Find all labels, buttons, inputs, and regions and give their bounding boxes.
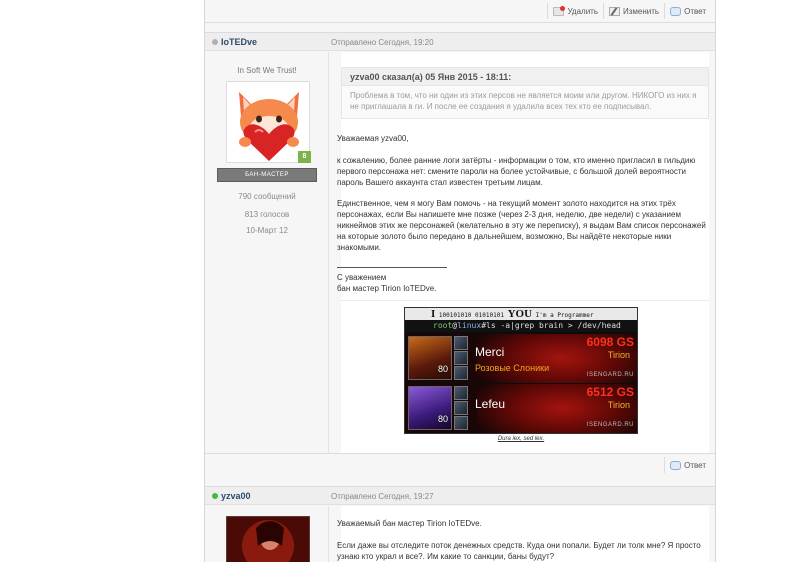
character-level: 80 <box>438 414 449 424</box>
post-paragraph: Если даже вы отследите поток денежных ср… <box>337 541 701 561</box>
post-closing-signature: бан мастер Tirion IoTEDve. <box>337 284 437 293</box>
post-paragraph: Единственное, чем я могу Вам помочь - на… <box>337 199 706 252</box>
character-card: 80 Merci Розовые Слоники 6098 GS Tirion … <box>405 334 637 383</box>
group-badge: БАН-МАСТЕР <box>217 168 317 182</box>
gear-score: 6512 GS <box>586 385 634 399</box>
reply-button[interactable]: Ответ <box>664 457 711 473</box>
post-date: Отправлено Сегодня, 19:20 <box>331 38 434 47</box>
banner-bits: 100101010 01010101 <box>438 312 504 319</box>
reply-icon <box>670 6 682 16</box>
edit-label: Изменить <box>623 6 660 16</box>
edit-button[interactable]: Изменить <box>603 3 664 19</box>
avatar[interactable] <box>226 516 310 562</box>
banner-you: YOU <box>507 308 533 320</box>
post-actions: Ответ <box>205 453 715 476</box>
avatar-image <box>226 516 310 562</box>
reply-icon <box>670 460 682 470</box>
forum-column: Удалить Изменить Ответ IoTEDve Отправлен… <box>204 0 716 562</box>
item-icon <box>454 401 468 415</box>
item-icon <box>454 416 468 430</box>
character-realm: Tirion <box>607 400 630 410</box>
terminal-command: #ls -a|grep brain > /dev/head <box>481 321 621 330</box>
reply-label: Ответ <box>684 460 706 470</box>
post-greeting: Уважаемая yzva00, <box>337 134 409 143</box>
post-greeting: Уважаемый бан мастер Tirion IoTEDve. <box>337 519 482 528</box>
item-icon <box>454 366 468 380</box>
posts-count: 790 сообщений <box>238 192 296 201</box>
post-author-link[interactable]: IoTEDve <box>221 37 257 47</box>
votes-count: 813 голосов <box>244 210 290 219</box>
post-action-bar: Удалить Изменить Ответ <box>547 3 711 19</box>
terminal-host: linux <box>457 321 482 330</box>
delete-label: Удалить <box>567 6 598 16</box>
delete-icon <box>553 5 566 16</box>
site-watermark: ISENGARD.RU <box>586 372 634 378</box>
terminal-line: root@linux#ls -a|grep brain > /dev/head <box>405 320 637 332</box>
signature-motto-link[interactable]: Dura lex, sed lex. <box>404 436 638 442</box>
character-realm: Tirion <box>607 350 630 360</box>
post-author-link[interactable]: yzva00 <box>221 491 251 501</box>
delete-button[interactable]: Удалить <box>547 3 603 19</box>
reply-button[interactable]: Ответ <box>664 3 711 19</box>
signature-divider <box>337 267 447 268</box>
quote-block: yzva00 сказал(а) 05 Янв 2015 - 18:11: Пр… <box>341 67 709 119</box>
offline-status-icon <box>212 39 218 45</box>
post-date: Отправлено Сегодня, 19:27 <box>331 492 434 501</box>
post-header: IoTEDve Отправлено Сегодня, 19:20 <box>205 32 715 51</box>
post-paragraph: к сожалению, более ранние логи затёрты -… <box>337 156 696 187</box>
character-level: 80 <box>438 364 449 374</box>
previous-post-actions: Удалить Изменить Ответ <box>205 0 715 23</box>
item-icon <box>454 336 468 350</box>
reputation-badge: 8 <box>298 151 311 163</box>
edit-icon <box>609 6 620 16</box>
character-card: 80 Lefeu 6512 GS Tirion ISENGARD.RU <box>405 384 637 433</box>
quote-text: Проблема в том, что ни один из этих перс… <box>350 91 697 111</box>
character-name: Merci <box>475 345 505 359</box>
banner-big-i: I <box>431 308 436 320</box>
character-name: Lefeu <box>475 397 506 411</box>
signature-image: I 100101010 01010101 YOU I'm a Programme… <box>404 307 638 434</box>
signature-banner: I 100101010 01010101 YOU I'm a Programme… <box>405 308 637 320</box>
post-closing: С уважением <box>337 273 387 282</box>
quote-header: yzva00 сказал(а) 05 Янв 2015 - 18:11: <box>342 68 708 86</box>
item-icon <box>454 351 468 365</box>
post-header: yzva00 Отправлено Сегодня, 19:27 <box>205 486 715 505</box>
gear-score: 6098 GS <box>586 335 634 349</box>
online-status-icon <box>212 493 218 499</box>
site-watermark: ISENGARD.RU <box>586 422 634 428</box>
character-guild: Розовые Слоники <box>475 363 550 373</box>
author-title: In Soft We Trust! <box>237 66 297 75</box>
terminal-user: root <box>433 321 453 330</box>
item-icon <box>454 386 468 400</box>
reply-label: Ответ <box>684 6 706 16</box>
post-action-bar: Ответ <box>664 457 711 473</box>
registered-date: 10-Март 12 <box>246 226 288 235</box>
banner-text: I'm a Programmer <box>535 312 594 319</box>
